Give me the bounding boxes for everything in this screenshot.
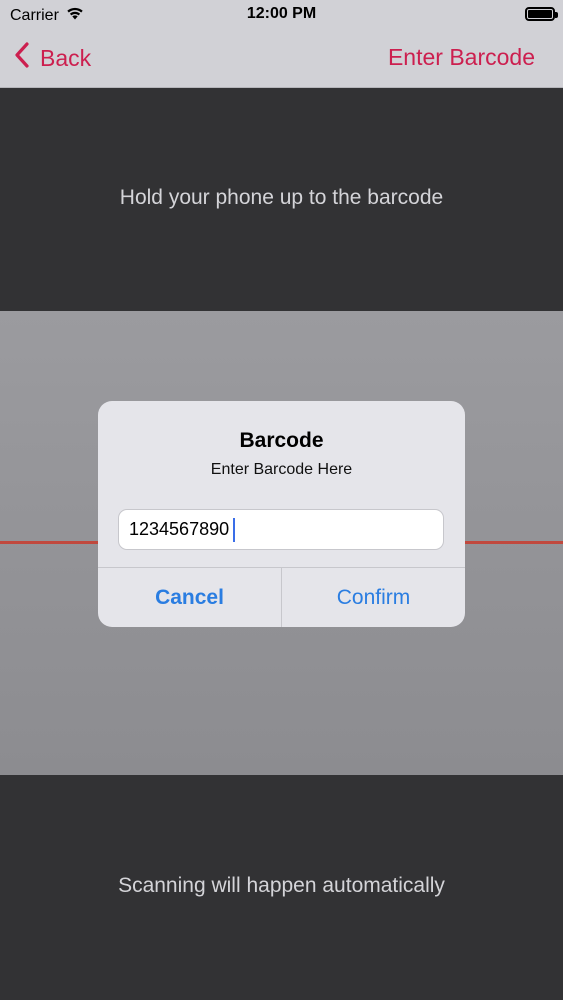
back-button[interactable]: Back: [14, 42, 91, 74]
back-button-label: Back: [40, 44, 92, 71]
scanner-bottom-overlay: Scanning will happen automatically: [0, 775, 563, 1000]
navigation-bar: Back Enter Barcode: [0, 30, 563, 88]
status-time: 12:00 PM: [246, 5, 317, 22]
confirm-button[interactable]: Confirm: [282, 568, 465, 627]
text-caret: [233, 518, 235, 542]
scan-instruction-top: Hold your phone up to the barcode: [119, 186, 444, 209]
chevron-left-icon: [14, 42, 30, 74]
alert-title: Barcode: [239, 429, 324, 452]
battery-icon: [525, 7, 558, 21]
enter-barcode-button[interactable]: Enter Barcode: [388, 44, 535, 71]
barcode-alert-dialog: Barcode Enter Barcode Here Cancel Confir…: [98, 401, 465, 627]
scan-instruction-bottom: Scanning will happen automatically: [118, 874, 445, 897]
scanner-top-overlay: Hold your phone up to the barcode: [0, 88, 563, 311]
barcode-input[interactable]: [118, 509, 444, 550]
status-bar: Carrier 12:00 PM: [0, 0, 563, 30]
cancel-button[interactable]: Cancel: [98, 568, 281, 627]
alert-message: Enter Barcode Here: [210, 461, 353, 478]
